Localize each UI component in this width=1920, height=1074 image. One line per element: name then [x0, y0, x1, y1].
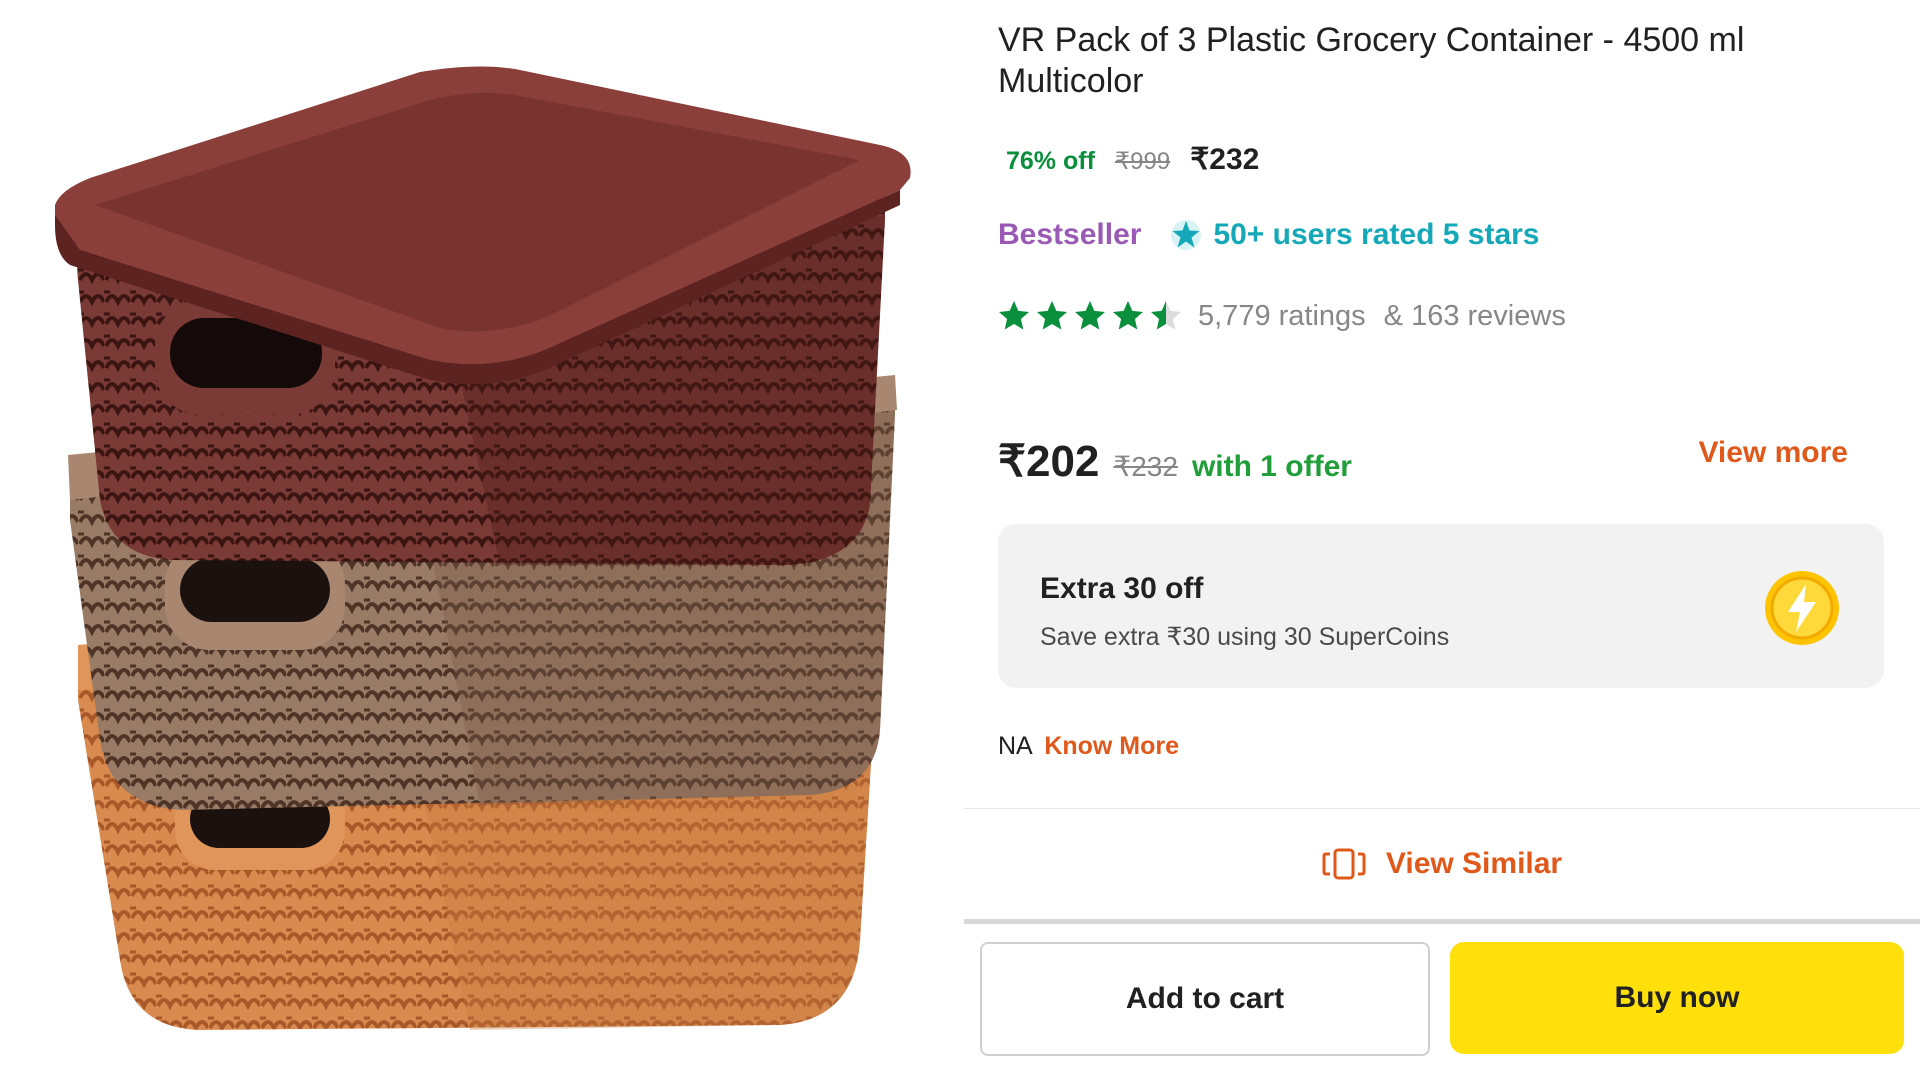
bestseller-badge: Bestseller [998, 218, 1142, 251]
star-rating [996, 298, 1186, 334]
product-title: VR Pack of 3 Plastic Grocery Container -… [998, 21, 1745, 100]
know-more-row: NA Know More [998, 732, 1179, 761]
stack-cards-icon [1322, 848, 1366, 880]
star-icon [1113, 301, 1143, 330]
star-icon [999, 301, 1029, 330]
rated-text: 50+ users rated 5 stars [1213, 218, 1540, 251]
original-price: ₹999 [1114, 148, 1171, 175]
view-similar-button[interactable]: View Similar [964, 808, 1920, 924]
offer-row: ₹202 ₹232 with 1 offer View more [998, 436, 1848, 487]
product-details-panel: VR Pack of 3 Plastic Grocery Container -… [960, 0, 1920, 1074]
view-more-link[interactable]: View more [1698, 436, 1848, 470]
lightning-coin-icon [1765, 571, 1839, 645]
supercoins-title: Extra 30 off [1040, 572, 1204, 605]
ratings-count: 5,779 ratings [1198, 299, 1366, 332]
view-similar-label: View Similar [1385, 847, 1563, 880]
star-icon [1037, 301, 1067, 330]
badge-row: Bestseller 50+ users rated 5 stars [998, 218, 1539, 252]
price-row: 76% off ₹999 ₹232 [1006, 142, 1259, 177]
five-star-rated-badge: 50+ users rated 5 stars [1169, 218, 1539, 252]
reviews-count: & 163 reviews [1383, 299, 1566, 332]
offer-original-price: ₹232 [1113, 451, 1178, 482]
discount-percent: 76% off [1006, 147, 1095, 175]
na-label: NA [998, 732, 1032, 760]
add-to-cart-button[interactable]: Add to cart [980, 942, 1430, 1056]
rating-row[interactable]: 5,779 ratings & 163 reviews [996, 298, 1566, 334]
star-icon [1075, 301, 1105, 330]
offer-count-text: with 1 offer [1191, 450, 1352, 483]
supercoins-offer-card[interactable]: Extra 30 off Save extra ₹30 using 30 Sup… [998, 524, 1884, 688]
product-image[interactable] [0, 0, 960, 1074]
know-more-link[interactable]: Know More [1044, 732, 1179, 760]
supercoins-subtitle: Save extra ₹30 using 30 SuperCoins [1040, 623, 1450, 651]
offer-price: ₹202 [998, 437, 1100, 486]
sparkle-star-icon [1171, 220, 1202, 250]
selling-price: ₹232 [1190, 143, 1260, 176]
basket-stack-illustration [55, 66, 911, 1030]
buy-now-button[interactable]: Buy now [1450, 942, 1904, 1054]
half-star-icon [1151, 301, 1181, 330]
